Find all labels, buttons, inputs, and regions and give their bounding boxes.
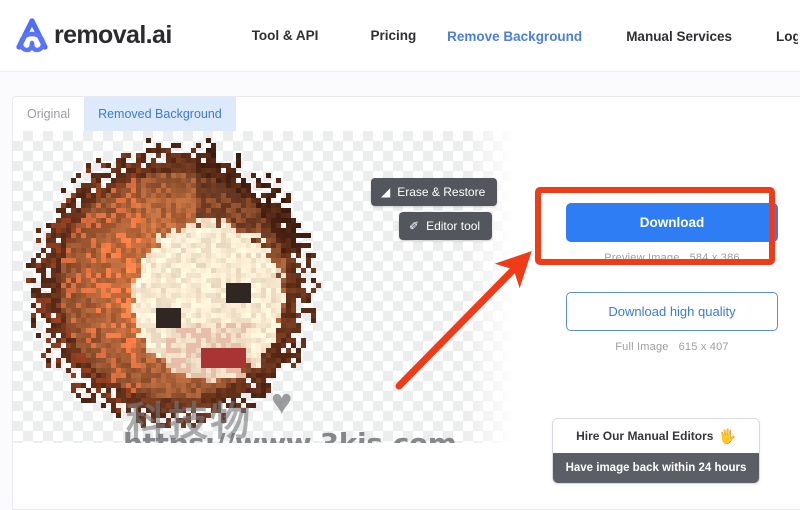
magic-wand-icon: ✐ [409,219,420,233]
hire-card-subtitle: Have image back within 24 hours [553,453,759,483]
hq-meta-label: Full Image [615,341,669,353]
image-canvas[interactable]: 科技物 ♥ https://www.3kjs.com ◢ Erase & Res… [13,131,526,443]
nav-item-remove-background[interactable]: Remove Background [447,29,582,44]
removal-ai-logo-icon [16,17,48,52]
image-view-tabs: Original Removed Background [13,97,236,131]
tab-original[interactable]: Original [13,97,84,131]
download-section: Download Preview Image 584 x 386 [543,203,800,264]
site-header: removal.ai Tool & API Pricing Remove Bac… [0,0,800,72]
erase-restore-button[interactable]: ◢ Erase & Restore [371,178,498,206]
download-button[interactable]: Download [566,203,778,242]
download-hq-section: Download high quality Full Image 615 x 40… [543,292,800,353]
download-meta-label: Preview Image [604,252,680,264]
hq-meta: Full Image 615 x 407 [543,341,800,353]
editor-tool-label: Editor tool [426,219,481,233]
download-meta: Preview Image 584 x 386 [543,252,800,264]
nav-item-login[interactable]: Log [776,29,798,44]
action-sidebar: Download Preview Image 584 x 386 Download… [543,131,800,353]
subject-image [21,133,351,433]
hq-meta-size: 615 x 407 [678,341,729,353]
nav-item-pricing[interactable]: Pricing [370,28,416,43]
editor-tool-button[interactable]: ✐ Editor tool [399,212,493,240]
primary-nav: Tool & API Pricing [252,28,417,43]
hire-card-title: Hire Our Manual Editors [576,429,714,443]
nav-item-tool-api[interactable]: Tool & API [252,28,319,43]
brand-logo[interactable]: removal.ai [12,17,172,55]
brand-name: removal.ai [54,21,172,49]
eraser-icon: ◢ [381,185,391,199]
tab-removed-background[interactable]: Removed Background [84,97,236,131]
raised-hand-icon: 🖐 [718,428,736,444]
app-root: removal.ai Tool & API Pricing Remove Bac… [0,0,800,510]
download-high-quality-button[interactable]: Download high quality [566,292,778,331]
erase-restore-label: Erase & Restore [397,185,486,199]
hire-manual-editors-card[interactable]: Hire Our Manual Editors 🖐 Have image bac… [552,418,760,484]
download-meta-size: 584 x 386 [689,252,740,264]
secondary-nav: Remove Background Manual Services Log [447,0,800,72]
nav-item-manual-services[interactable]: Manual Services [626,29,732,44]
hire-card-header: Hire Our Manual Editors 🖐 [553,419,759,453]
